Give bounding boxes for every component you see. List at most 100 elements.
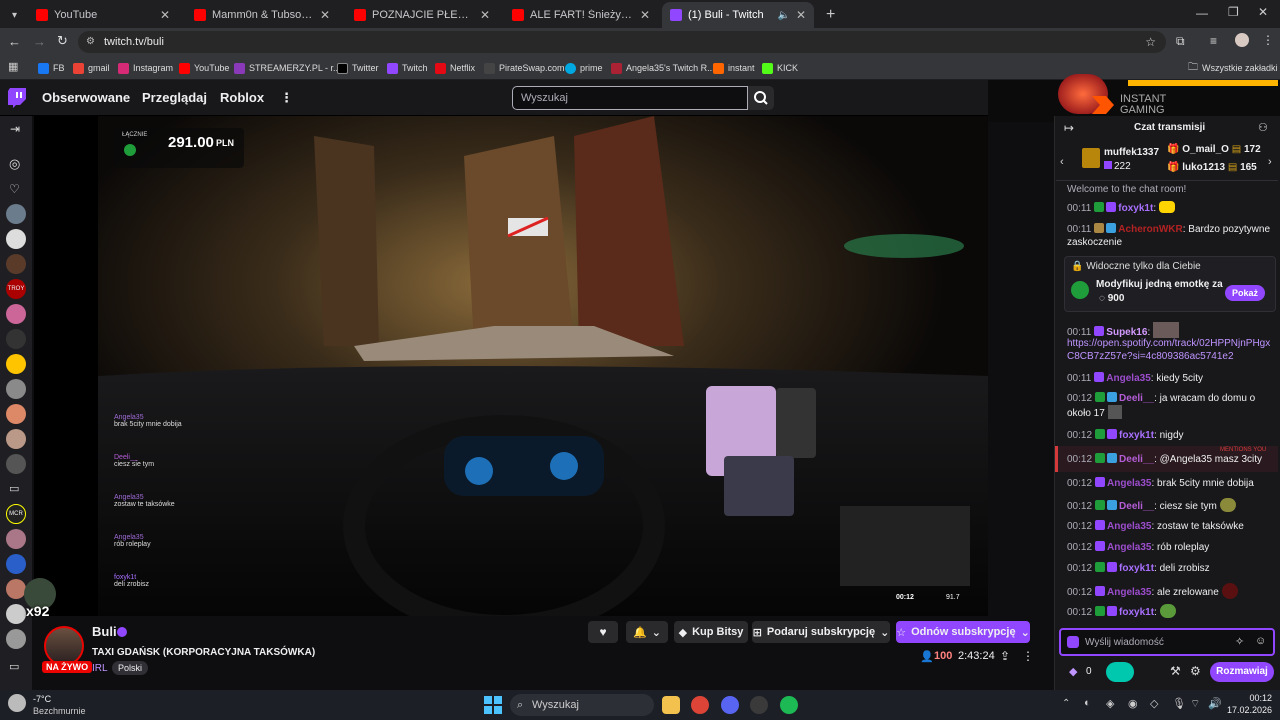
bookmark-youtube[interactable]: YouTube (179, 60, 229, 76)
apps-grid-icon[interactable]: ▦ (8, 60, 18, 73)
tab-mammon[interactable]: Mamm0n & Tubson - We Don't ✕ (186, 4, 338, 26)
leader-3[interactable]: 🎁 luko1213 ▤ 165 (1167, 162, 1257, 173)
following-icon[interactable]: ◎ (9, 156, 20, 172)
share-icon[interactable]: ⇪ (1000, 649, 1010, 663)
channel-avatar[interactable] (6, 304, 26, 324)
taskbar-time[interactable]: 00:12 (1232, 693, 1272, 703)
close-icon[interactable]: ✕ (160, 8, 170, 22)
channel-avatar[interactable] (6, 329, 26, 349)
settings-icon[interactable]: ⚙ (1190, 664, 1201, 678)
sparkle-icon[interactable]: ✧ (1235, 635, 1244, 648)
star-icon[interactable]: ☆ (1145, 31, 1156, 53)
bookmark-instagram[interactable]: Instagram (118, 60, 173, 76)
reload-icon[interactable]: ↻ (57, 33, 68, 49)
leader-1-name[interactable]: muffek1337 (1104, 147, 1159, 158)
channel-avatar[interactable] (6, 379, 26, 399)
taskbar-search[interactable]: ⌕ Wyszukaj (510, 694, 654, 716)
leaderboard-prev-icon[interactable]: ‹ (1060, 156, 1064, 168)
bookmark-twitter[interactable]: Twitter (337, 60, 379, 76)
wifi-icon[interactable]: ⌔ (1190, 697, 1200, 711)
bookmark-gmail[interactable]: gmail (73, 60, 110, 76)
bookmark-pirateswap[interactable]: PirateSwap.com (484, 60, 565, 76)
chat-link[interactable]: https://open.spotify.com/track/02HPPNjnP… (1067, 337, 1277, 363)
profile-avatar[interactable] (1235, 33, 1249, 47)
tab-list-button[interactable]: ▾ (4, 4, 26, 26)
channel-avatar[interactable] (6, 554, 26, 574)
channel-avatar[interactable] (6, 579, 26, 599)
channel-avatar[interactable] (6, 254, 26, 274)
chat-send-button[interactable]: Rozmawiaj (1210, 662, 1274, 682)
back-icon[interactable]: ← (8, 34, 21, 49)
sub-badge-icon[interactable] (1067, 636, 1079, 648)
bits-icon[interactable]: ◆ (1069, 665, 1077, 678)
buy-bits-button[interactable]: ◆ Kup Bitsy (674, 621, 748, 643)
speaker-icon[interactable]: 🔈 (777, 10, 789, 21)
video-icon[interactable]: ▭ (9, 482, 19, 495)
menu-icon[interactable]: ⋮ (1262, 33, 1274, 47)
collapse-chat-icon[interactable]: ↦ (1064, 121, 1074, 135)
microphone-icon[interactable]: 🎙 (1172, 697, 1186, 710)
minimize-button[interactable]: — (1196, 6, 1208, 20)
bookmark-angela[interactable]: Angela35's Twitch R... (611, 60, 715, 76)
channel-name[interactable]: Buli (92, 624, 117, 639)
discord-icon[interactable] (721, 696, 739, 714)
channel-avatar[interactable] (6, 354, 26, 374)
nav-browse[interactable]: Przeglądaj (142, 90, 207, 105)
channel-avatar[interactable] (6, 404, 26, 424)
new-tab-button[interactable]: + (818, 4, 840, 26)
volume-icon[interactable]: 🔊 (1208, 697, 1222, 710)
emote-picker-icon[interactable]: ☺ (1255, 635, 1266, 647)
follow-button[interactable]: ♥ (588, 621, 618, 643)
channel-avatar[interactable] (6, 229, 26, 249)
heart-icon[interactable]: ♡ (9, 182, 20, 196)
bookmark-kick[interactable]: KICK (762, 60, 798, 76)
tray-app-icon[interactable]: ◐ (1084, 697, 1091, 709)
close-icon[interactable]: ✕ (320, 8, 330, 22)
channel-avatar[interactable] (6, 454, 26, 474)
weather-icon[interactable] (8, 694, 26, 712)
tab-poznajcie[interactable]: POZNAJCIE PŁEĆ NASZEGO DZ ✕ (346, 4, 498, 26)
tab-youtube[interactable]: YouTube ✕ (28, 4, 178, 26)
close-icon[interactable]: ✕ (480, 8, 490, 22)
channel-avatar[interactable] (6, 629, 26, 649)
bookmark-streamerzy[interactable]: STREAMERZY.PL - r... (234, 60, 341, 76)
tray-app-icon[interactable]: ◉ (1128, 697, 1138, 710)
video-player[interactable]: ŁĄCZNIE 291.00 PLN Angela35 brak 5city m… (34, 116, 988, 616)
leader-2[interactable]: 🎁 O_mail_O ▤ 172 (1167, 144, 1261, 155)
show-button[interactable]: Pokaż (1225, 285, 1265, 301)
channel-avatar[interactable] (6, 204, 26, 224)
users-icon[interactable]: ⚇ (1258, 121, 1268, 134)
tray-app-icon[interactable]: ◇ (1150, 697, 1158, 710)
maximize-button[interactable]: ❐ (1228, 5, 1239, 19)
chat-input[interactable]: Wyślij wiadomość ✧ ☺ (1059, 628, 1275, 656)
search-input[interactable]: Wyszukaj (512, 86, 748, 110)
tag-pill[interactable]: Polski (112, 661, 149, 675)
file-explorer-icon[interactable] (662, 696, 680, 714)
leaderboard-icon[interactable]: ⚒ (1170, 664, 1181, 678)
channel-avatar[interactable] (6, 429, 26, 449)
channel-avatar[interactable] (6, 604, 26, 624)
more-options-icon[interactable]: ⋮ (1022, 649, 1034, 663)
all-bookmarks[interactable]: 🗀 Wszystkie zakładki (1188, 60, 1278, 76)
tray-app-icon[interactable]: ◈ (1106, 697, 1114, 710)
more-menu-icon[interactable]: ⋮ (280, 90, 293, 106)
bookmark-instant[interactable]: instant (713, 60, 755, 76)
steam-icon[interactable] (750, 696, 768, 714)
channel-avatar[interactable]: MCR (6, 504, 26, 524)
gift-sub-button[interactable]: ⊞ Podaruj subskrypcję ⌄ (752, 621, 890, 643)
channel-avatar[interactable]: TROY (6, 279, 26, 299)
media-icon[interactable]: ≡ (1210, 34, 1217, 48)
video-icon[interactable]: ▭ (9, 660, 19, 673)
leaderboard-next-icon[interactable]: › (1268, 156, 1272, 168)
tab-ale-fart[interactable]: ALE FART! Śnieżyca, smutek Nie ✕ (504, 4, 658, 26)
address-bar[interactable]: ⚙ twitch.tv/buli ☆ (78, 31, 1166, 53)
site-info-icon[interactable]: ⚙ (86, 31, 95, 53)
tray-expand-icon[interactable]: ⌃ (1062, 698, 1070, 709)
channel-avatar[interactable] (6, 529, 26, 549)
bookmark-twitch[interactable]: Twitch (387, 60, 428, 76)
windows-start-icon[interactable] (484, 696, 502, 714)
spotify-icon[interactable] (780, 696, 798, 714)
bookmark-fb[interactable]: FB (38, 60, 65, 76)
channel-points-button[interactable] (1106, 662, 1134, 682)
expand-rail-icon[interactable]: ⇥ (10, 122, 20, 136)
